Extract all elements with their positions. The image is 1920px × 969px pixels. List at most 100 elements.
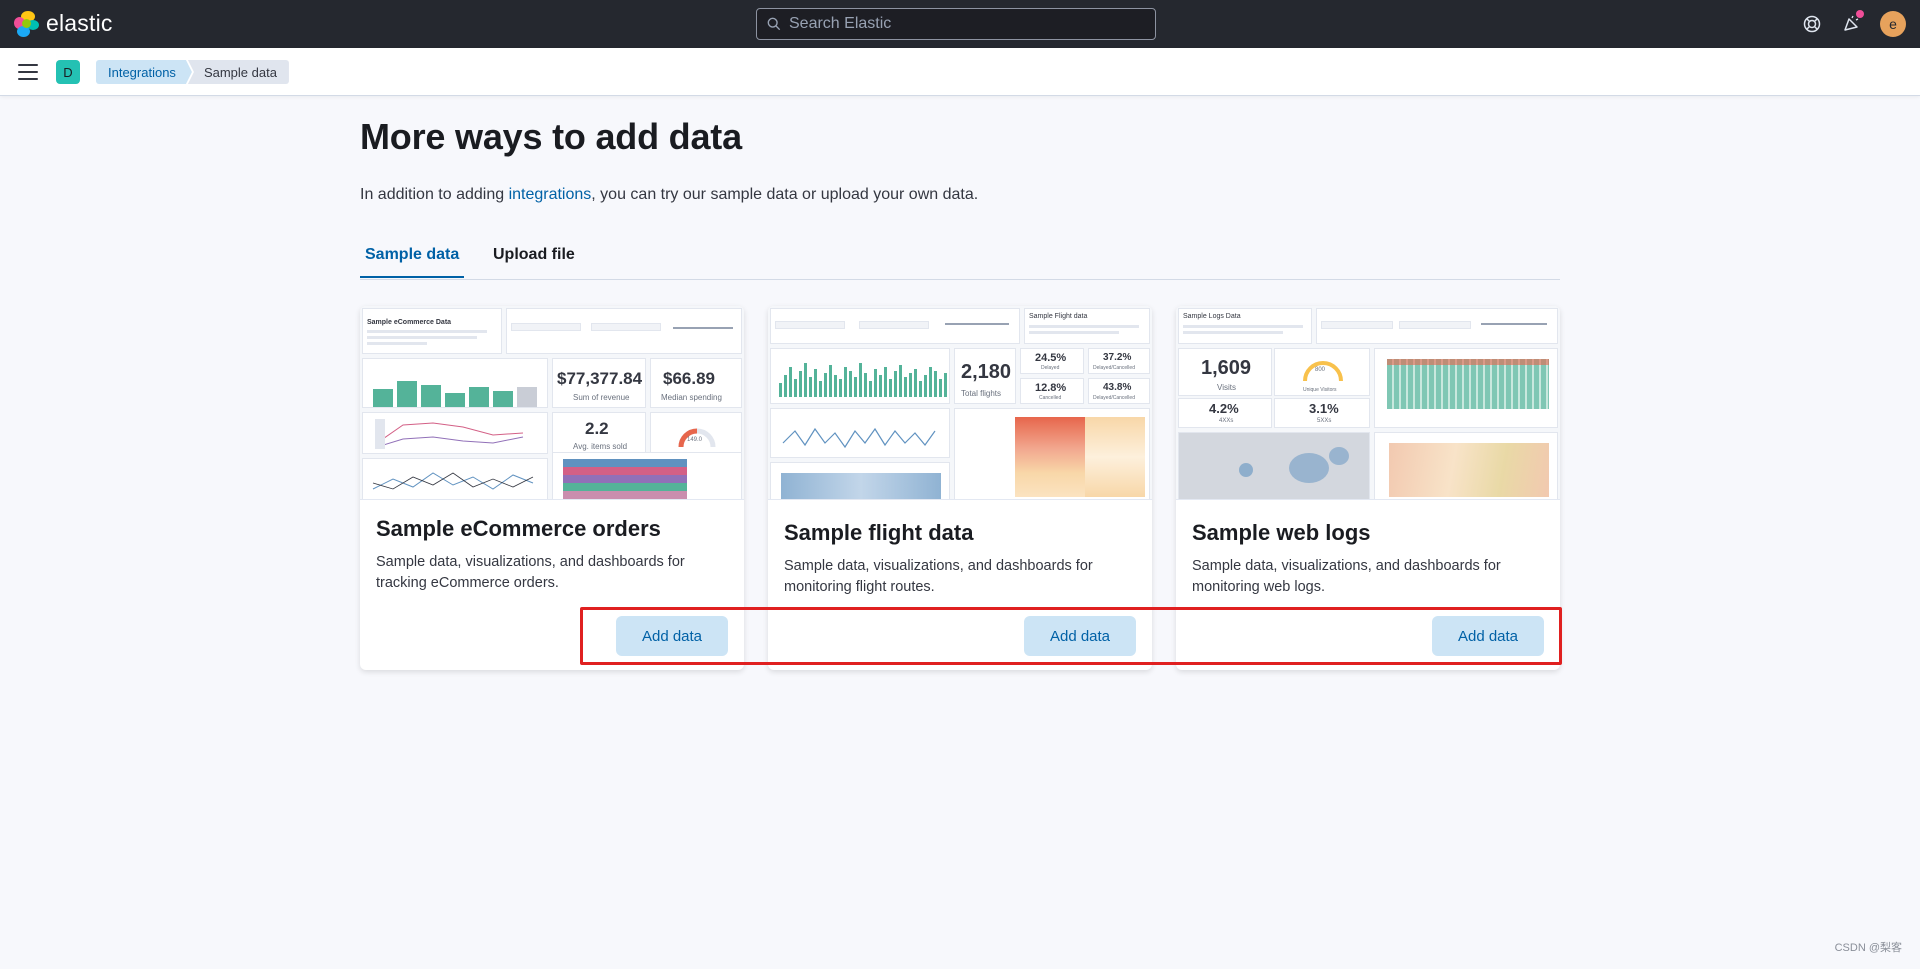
thumb-gauge-visitors: 800 Unique Visitors bbox=[1274, 348, 1370, 396]
histogram-bar bbox=[869, 381, 872, 397]
hamburger-menu-icon[interactable] bbox=[17, 62, 39, 82]
brand-name: elastic bbox=[46, 10, 113, 36]
breadcrumb-integrations[interactable]: Integrations bbox=[96, 60, 192, 84]
add-data-button-flights[interactable]: Add data bbox=[1024, 616, 1136, 656]
histogram-bar bbox=[879, 375, 882, 397]
thumb-controls-panel bbox=[770, 308, 1020, 344]
intro-text-prefix: In addition to adding bbox=[360, 186, 509, 203]
histogram-bar bbox=[794, 379, 797, 397]
tab-upload-file[interactable]: Upload file bbox=[488, 246, 580, 276]
histogram-bar bbox=[904, 377, 907, 397]
card-description: Sample data, visualizations, and dashboa… bbox=[784, 558, 1093, 595]
sample-card-weblogs: Sample Logs Data 1,609 Visits 800 Unique… bbox=[1176, 306, 1560, 670]
thumb-metric-visits: 1,609 Visits bbox=[1178, 348, 1272, 396]
thumb-sankey bbox=[1374, 432, 1558, 499]
histogram-bar bbox=[844, 367, 847, 397]
card-description: Sample data, visualizations, and dashboa… bbox=[1192, 558, 1501, 595]
thumb-stacked-area bbox=[552, 452, 742, 499]
histogram-bar bbox=[859, 363, 862, 397]
histogram-bar bbox=[799, 371, 802, 397]
watermark: CSDN @梨客 bbox=[1834, 942, 1902, 954]
thumb-map bbox=[1178, 432, 1370, 499]
user-avatar[interactable]: e bbox=[1880, 11, 1906, 37]
histogram-bar bbox=[789, 367, 792, 397]
integrations-link[interactable]: integrations bbox=[509, 186, 592, 203]
weblogs-dashboard-preview: Sample Logs Data 1,609 Visits 800 Unique… bbox=[1176, 306, 1560, 500]
histogram-bar bbox=[864, 373, 867, 397]
histogram-bar bbox=[849, 371, 852, 397]
thumb-gauge: 149.0 bbox=[650, 412, 742, 454]
breadcrumb-sample-data: Sample data bbox=[187, 60, 289, 84]
ecommerce-dashboard-preview: Sample eCommerce Data $77,377.84 Sum of … bbox=[360, 306, 744, 500]
thumb-heading: Sample Logs Data bbox=[1183, 313, 1241, 320]
thumb-pct-4xx: 4.2% 4XXs bbox=[1178, 398, 1272, 428]
histogram-bar bbox=[809, 377, 812, 397]
help-icon[interactable] bbox=[1800, 12, 1824, 36]
notification-dot bbox=[1856, 10, 1864, 18]
thumb-heading-panel: Sample Logs Data bbox=[1178, 308, 1312, 344]
histogram-bar bbox=[889, 379, 892, 397]
elastic-logo-icon bbox=[14, 10, 40, 37]
histogram-bar bbox=[929, 367, 932, 397]
card-description: Sample data, visualizations, and dashboa… bbox=[376, 554, 685, 591]
histogram-bar bbox=[824, 373, 827, 397]
thumb-heat-table bbox=[954, 408, 1150, 499]
histogram-bar bbox=[909, 373, 912, 397]
thumb-pct-5xx: 3.1% 5XXs bbox=[1274, 398, 1370, 428]
thumb-area-chart bbox=[770, 462, 950, 499]
thumb-heading: Sample eCommerce Data bbox=[367, 319, 452, 326]
thumb-multi-line-chart bbox=[362, 458, 548, 499]
histogram-bar bbox=[784, 375, 787, 397]
thumb-line-chart bbox=[362, 412, 548, 454]
histogram-bar bbox=[819, 381, 822, 397]
histogram-bar bbox=[944, 373, 947, 397]
global-search[interactable] bbox=[756, 8, 1156, 40]
thumb-bar-chart bbox=[362, 358, 548, 408]
search-input[interactable] bbox=[789, 15, 1139, 33]
thumb-traffic-chart bbox=[1374, 348, 1558, 428]
histogram-bar bbox=[934, 371, 937, 397]
page-intro: In addition to adding integrations, you … bbox=[360, 186, 978, 204]
thumb-pct-4: 43.8% Delayed/Cancelled bbox=[1088, 378, 1150, 404]
thumb-metric-flights: 2,180 Total flights bbox=[954, 348, 1016, 404]
histogram-bar bbox=[899, 365, 902, 397]
histogram-bar bbox=[894, 371, 897, 397]
histogram-bar bbox=[919, 381, 922, 397]
card-title: Sample eCommerce orders bbox=[376, 516, 661, 541]
page-title: More ways to add data bbox=[360, 116, 742, 157]
flights-dashboard-preview: Sample Flight data 2,180 Total flights 2… bbox=[768, 306, 1152, 500]
breadcrumb-bar: D Integrations Sample data bbox=[0, 48, 1920, 96]
thumb-controls-panel bbox=[506, 308, 742, 354]
thumb-flights-histogram bbox=[770, 348, 950, 404]
elastic-logo[interactable]: elastic bbox=[14, 10, 113, 37]
histogram-bar bbox=[829, 365, 832, 397]
tab-bar: Sample data Upload file bbox=[360, 240, 1560, 280]
sample-card-flights: Sample Flight data 2,180 Total flights 2… bbox=[768, 306, 1152, 670]
tab-sample-data[interactable]: Sample data bbox=[360, 246, 465, 278]
thumb-metric-median: $66.89 Median spending bbox=[650, 358, 742, 408]
thumb-heading-panel: Sample eCommerce Data bbox=[362, 308, 502, 354]
thumb-pct-3: 12.8% Cancelled bbox=[1020, 378, 1084, 404]
sample-card-ecommerce: Sample eCommerce Data $77,377.84 Sum of … bbox=[360, 306, 744, 670]
intro-text-suffix: , you can try our sample data or upload … bbox=[591, 186, 979, 203]
histogram-bar bbox=[884, 367, 887, 397]
search-icon bbox=[767, 17, 781, 31]
thumb-pct-2: 37.2% Delayed/Cancelled bbox=[1088, 348, 1150, 374]
histogram-bar bbox=[924, 375, 927, 397]
card-title: Sample flight data bbox=[784, 520, 974, 545]
card-title: Sample web logs bbox=[1192, 520, 1371, 545]
thumb-heading-panel: Sample Flight data bbox=[1024, 308, 1150, 344]
top-header: elastic e bbox=[0, 0, 1920, 48]
thumb-metric-revenue: $77,377.84 Sum of revenue bbox=[552, 358, 646, 408]
histogram-bar bbox=[839, 379, 842, 397]
histogram-bar bbox=[874, 369, 877, 397]
space-avatar[interactable]: D bbox=[56, 60, 80, 84]
thumb-line-area bbox=[770, 408, 950, 458]
add-data-button-weblogs[interactable]: Add data bbox=[1432, 616, 1544, 656]
histogram-bar bbox=[804, 363, 807, 397]
thumb-heading: Sample Flight data bbox=[1029, 313, 1088, 320]
add-data-button-ecommerce[interactable]: Add data bbox=[616, 616, 728, 656]
thumb-metric-items: 2.2 Avg. items sold bbox=[552, 412, 646, 454]
histogram-bar bbox=[939, 379, 942, 397]
histogram-bar bbox=[834, 375, 837, 397]
